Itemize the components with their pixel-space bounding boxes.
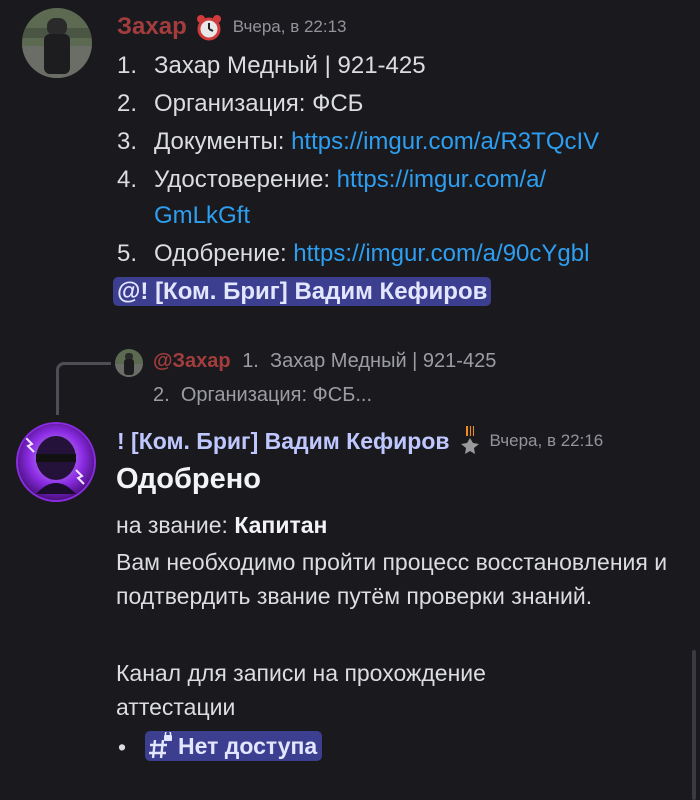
message-timestamp: Вчера, в 22:13 (232, 17, 347, 36)
list-item: 5. Одобрение: https://imgur.com/a/90cYgbl (117, 240, 590, 267)
reply-avatar[interactable] (115, 349, 143, 377)
rank-value: Капитан (234, 512, 328, 538)
certificate-link-continued[interactable]: GmLkGft (154, 202, 250, 230)
alarm-clock-icon (195, 13, 223, 41)
approval-link[interactable]: https://imgur.com/a/90cYgbl (293, 240, 589, 267)
list-item: 1. Захар Медный | 921-425 (117, 52, 426, 79)
user-mention[interactable]: @! [Ком. Бриг] Вадим Кефиров (113, 277, 492, 306)
list-item: 2. Организация: ФСБ (117, 90, 364, 117)
message-paragraph: Вам необходимо пройти процесс восстановл… (116, 549, 668, 609)
st-george-ribbon-icon (460, 426, 480, 456)
avatar-kefirov[interactable] (18, 424, 94, 500)
message-timestamp: Вчера, в 22:16 (489, 431, 604, 450)
message-paragraph: Канал для записи на прохождение аттестац… (116, 660, 486, 720)
rank-line: на звание: Капитан (116, 512, 328, 538)
channel-name: Нет доступа (178, 732, 318, 759)
channel-bullet: • (118, 734, 127, 760)
channel-mention[interactable]: Нет доступа (145, 730, 323, 761)
reply-connector (56, 362, 111, 415)
documents-link[interactable]: https://imgur.com/a/R3TQcIV (291, 128, 599, 155)
list-item: 3. Документы: https://imgur.com/a/R3TQcIV (117, 128, 600, 155)
avatar-zakhar[interactable] (22, 8, 92, 78)
certificate-link[interactable]: https://imgur.com/a/ (337, 166, 546, 193)
message-author[interactable]: ! [Ком. Бриг] Вадим Кефиров (117, 428, 450, 455)
reply-text-line1[interactable]: 1. Захар Медный | 921-425 (242, 350, 496, 372)
reply-text-line2[interactable]: 2. Организация: ФСБ... (153, 384, 372, 407)
reply-author[interactable]: @Захар (153, 350, 231, 372)
avatar-image (22, 8, 92, 78)
locked-channel-icon (148, 730, 174, 760)
list-item: 4. Удостоверение: https://imgur.com/a/ (117, 166, 547, 193)
message-heading: Одобрено (116, 463, 261, 495)
avatar-image (18, 424, 94, 500)
message-author[interactable]: Захар (117, 13, 187, 41)
scrollbar-thumb[interactable] (692, 650, 696, 800)
